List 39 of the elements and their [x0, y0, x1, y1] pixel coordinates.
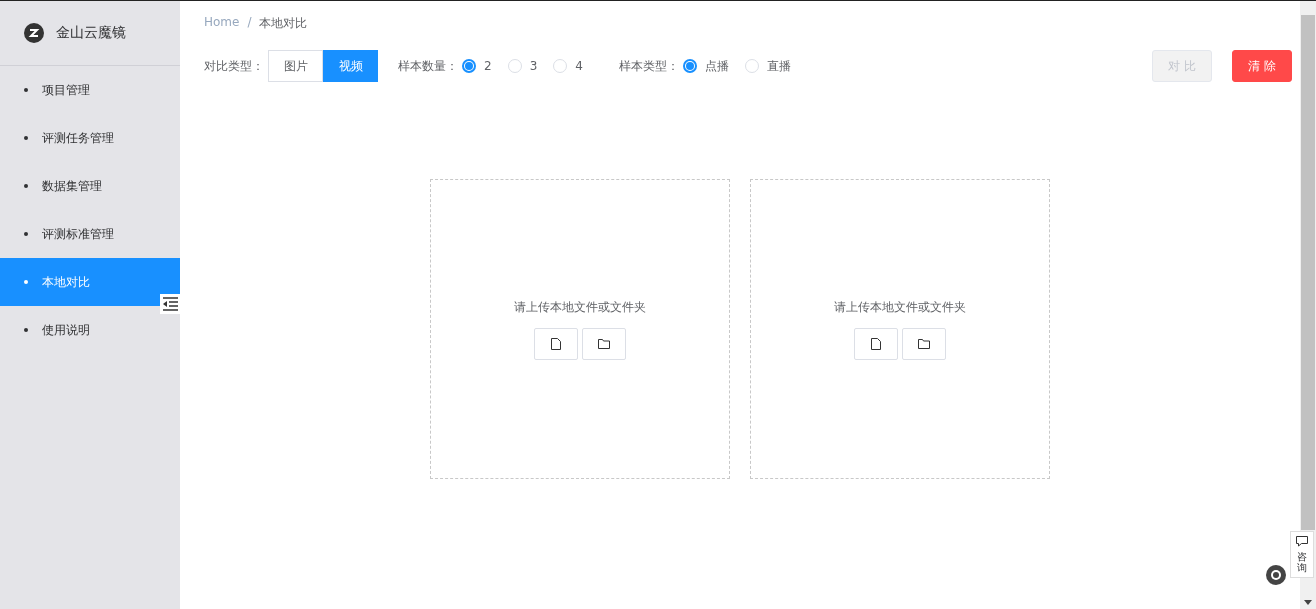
consult-label: 咨询	[1297, 551, 1307, 573]
radio-button[interactable]	[682, 59, 697, 73]
breadcrumb-current: 本地对比	[259, 15, 308, 32]
radio-button[interactable]	[462, 59, 476, 73]
chat-icon	[1296, 536, 1308, 547]
sidebar-item[interactable]: 使用说明	[0, 306, 180, 354]
folder-upload-button[interactable]	[902, 327, 946, 360]
file-icon	[871, 337, 881, 350]
radio-group-label: 样本类型：	[618, 57, 679, 75]
collapse-button[interactable]	[160, 294, 180, 314]
sidebar-item[interactable]: 评测标准管理	[0, 210, 180, 258]
upload-prompt: 请上传本地文件或文件夹	[834, 298, 966, 316]
browser-logo-icon[interactable]	[1266, 565, 1286, 585]
upload-area[interactable]: 请上传本地文件或文件夹	[430, 179, 730, 479]
radio-label[interactable]: 3	[529, 59, 538, 73]
scroll-down-icon[interactable]	[1304, 600, 1312, 605]
menu-fold-icon	[162, 297, 178, 311]
radio-label[interactable]: 2	[484, 59, 492, 73]
file-icon	[551, 337, 561, 350]
folder-upload-button[interactable]	[582, 327, 626, 360]
compare-type-option[interactable]: 图片	[268, 50, 323, 82]
folder-icon	[918, 338, 930, 349]
consult-widget[interactable]: 咨询	[1290, 531, 1314, 578]
sidebar-item[interactable]: 评测任务管理	[0, 114, 180, 162]
logo-icon	[24, 23, 44, 43]
radio-group-label: 样本数量：	[398, 57, 458, 75]
logo-text: 金山云魔镜	[56, 24, 126, 42]
sidebar-item[interactable]: 项目管理	[0, 66, 180, 114]
upload-area[interactable]: 请上传本地文件或文件夹	[750, 179, 1050, 479]
sidebar-item[interactable]: 数据集管理	[0, 162, 180, 210]
upload-prompt: 请上传本地文件或文件夹	[514, 298, 646, 316]
file-upload-button[interactable]	[534, 327, 578, 360]
breadcrumb-separator: /	[247, 15, 252, 31]
radio-label[interactable]: 直播	[766, 57, 791, 75]
compare-type-label: 对比类型：	[204, 57, 264, 75]
radio-label[interactable]: 4	[575, 59, 583, 73]
folder-icon	[598, 338, 610, 349]
file-upload-button[interactable]	[854, 327, 898, 360]
radio-label[interactable]: 点播	[704, 57, 729, 75]
